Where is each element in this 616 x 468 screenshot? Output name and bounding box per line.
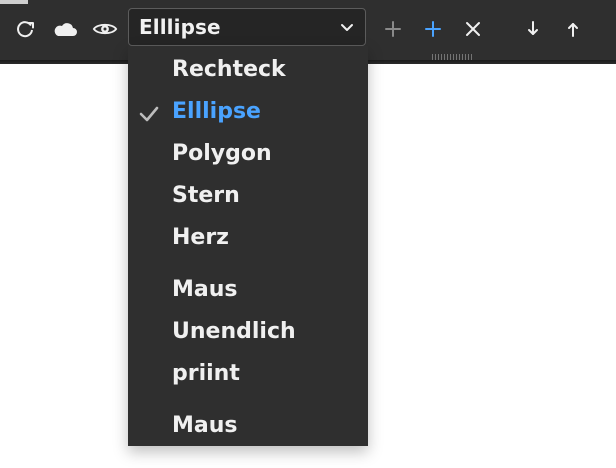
plus-blue-icon[interactable] (420, 16, 446, 42)
close-icon[interactable] (460, 16, 486, 42)
shape-select[interactable]: Elllipse (128, 8, 366, 46)
menu-item-unendlich[interactable]: Unendlich (128, 312, 368, 352)
menu-item-label: Maus (172, 413, 238, 438)
menu-item-maus[interactable]: Maus (128, 270, 368, 310)
menu-item-label: Maus (172, 277, 238, 302)
menu-item-maus-2[interactable]: Maus (128, 406, 368, 446)
arrow-down-icon[interactable] (520, 16, 546, 42)
checkmark-icon (139, 106, 159, 122)
menu-item-label: Unendlich (172, 319, 296, 344)
arrow-up-icon[interactable] (560, 16, 586, 42)
menu-item-label: Herz (172, 225, 229, 250)
chevron-down-icon (341, 24, 353, 31)
menu-item-polygon[interactable]: Polygon (128, 134, 368, 174)
cloud-icon[interactable] (52, 16, 78, 42)
shape-dropdown-menu: Rechteck Elllipse Polygon Stern Herz Mau… (128, 46, 368, 446)
menu-item-rechteck[interactable]: Rechteck (128, 50, 368, 90)
menu-item-ellipse[interactable]: Elllipse (128, 92, 368, 132)
toolbar-tab-indicator (0, 0, 28, 4)
app-window: Elllipse Rechteck Elllipse Polygon Stern… (0, 0, 616, 468)
menu-item-label: Polygon (172, 141, 272, 166)
menu-item-label: Rechteck (172, 57, 286, 82)
menu-item-stern[interactable]: Stern (128, 176, 368, 216)
menu-item-label: Elllipse (172, 99, 261, 124)
eye-icon[interactable] (92, 16, 118, 42)
menu-item-herz[interactable]: Herz (128, 218, 368, 258)
shape-select-value: Elllipse (139, 15, 221, 39)
menu-item-label: Stern (172, 183, 240, 208)
refresh-icon[interactable] (12, 16, 38, 42)
menu-item-label: priint (172, 361, 240, 386)
plus-icon[interactable] (380, 16, 406, 42)
menu-item-priint[interactable]: priint (128, 354, 368, 394)
